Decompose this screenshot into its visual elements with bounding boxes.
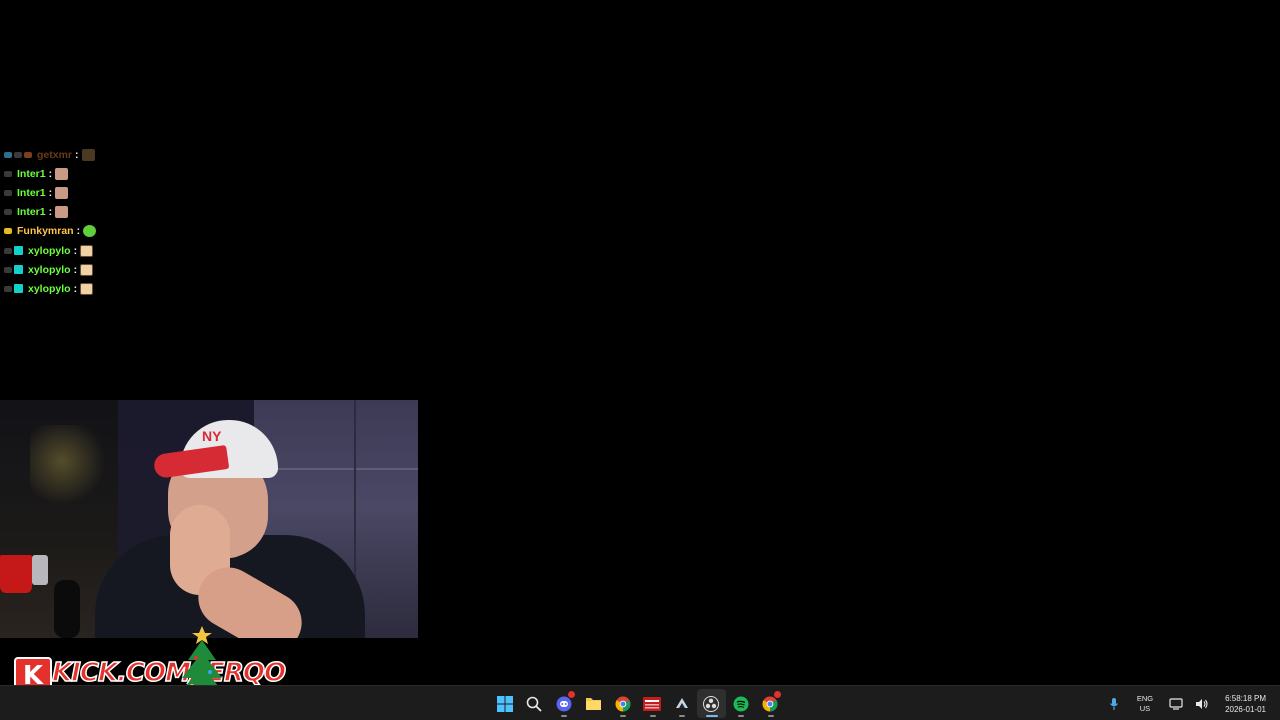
discord-app[interactable]	[549, 689, 579, 718]
window-lights	[30, 425, 110, 515]
chat-username: getxmr	[37, 148, 73, 161]
start-button[interactable]	[490, 689, 520, 718]
microphone-icon[interactable]	[1105, 695, 1123, 713]
running-indicator	[705, 715, 718, 717]
chat-username: Inter1	[17, 167, 46, 180]
chat-emote-icon	[55, 167, 69, 180]
chat-message: Inter1:	[4, 203, 224, 222]
chat-username: xylopylo	[28, 282, 71, 295]
user-badge-icon	[4, 266, 12, 273]
chrome-app[interactable]	[608, 689, 638, 718]
chat-emote-icon	[55, 206, 69, 219]
couch-seam	[254, 468, 418, 470]
system-tray: ENG US 6:58:18 PM 2026-01-01	[1101, 686, 1266, 720]
chat-username: xylopylo	[28, 263, 71, 276]
chat-separator: :	[75, 148, 79, 161]
running-indicator	[561, 715, 567, 717]
stream-screen: getxmr: Inter1: Inter1: Inter1: Funkymran: xy…	[0, 0, 1280, 720]
user-badge-icon	[14, 284, 23, 294]
taskbar: ENG US 6:58:18 PM 2026-01-01	[0, 685, 1280, 720]
language-indicator[interactable]: ENG US	[1137, 694, 1153, 714]
windows-icon	[496, 695, 513, 712]
chat-separator: :	[73, 244, 78, 257]
spotify-app[interactable]	[726, 689, 756, 718]
file-explorer-app[interactable]	[579, 689, 609, 718]
clock-time: 6:58:18 PM	[1225, 693, 1266, 703]
channel-url: KICK.COM/JERQO	[51, 657, 287, 689]
clock[interactable]: 6:58:18 PM 2026-01-01	[1225, 693, 1266, 715]
user-badge-icon	[4, 285, 12, 292]
spotify-icon	[733, 696, 749, 712]
clock-date: 2026-01-01	[1225, 704, 1266, 714]
chat-separator: :	[48, 206, 53, 219]
steam-icon	[674, 696, 690, 712]
keyboard-layout: US	[1139, 703, 1151, 713]
network-icon[interactable]	[1167, 695, 1185, 713]
chat-separator: :	[73, 282, 78, 295]
chat-separator: :	[76, 225, 81, 238]
obs-app[interactable]	[696, 689, 726, 718]
running-indicator	[649, 715, 656, 717]
chat-message: Inter1:	[4, 183, 224, 202]
user-badge-icon	[14, 151, 22, 158]
notification-dot	[774, 691, 781, 698]
chat-username: Inter1	[17, 186, 46, 199]
user-badge-icon	[14, 246, 23, 256]
volume-icon[interactable]	[1193, 695, 1211, 713]
search-button[interactable]	[520, 689, 550, 718]
chat-message: xylopylo:	[4, 260, 224, 279]
running-indicator	[620, 715, 626, 717]
chat-overlay: getxmr: Inter1: Inter1: Inter1: Funkymran: xy…	[4, 145, 224, 299]
user-badge-icon	[4, 170, 12, 177]
obs-icon	[703, 695, 720, 712]
chat-emote-icon	[80, 263, 94, 276]
chat-message: Funkymran:	[4, 222, 224, 241]
chrome-icon	[615, 696, 631, 712]
running-indicator	[679, 715, 685, 717]
chat-separator: :	[73, 263, 78, 276]
taskbar-apps	[490, 689, 785, 718]
language-code: ENG	[1136, 693, 1154, 703]
chat-separator: :	[48, 167, 53, 180]
red-cup	[0, 555, 32, 593]
chat-separator: :	[48, 186, 53, 199]
search-icon	[526, 696, 542, 712]
drink-can	[32, 555, 48, 585]
chat-emote-icon	[81, 148, 95, 161]
steam-app[interactable]	[667, 689, 697, 718]
notification-dot	[567, 691, 575, 698]
chat-emote-icon	[80, 282, 94, 295]
user-badge-icon	[4, 189, 12, 196]
user-badge-icon	[4, 228, 12, 235]
chat-emote-icon	[55, 186, 69, 199]
chrome-profile-app[interactable]	[756, 689, 786, 718]
chat-message: xylopylo:	[4, 279, 224, 298]
chat-message: xylopylo:	[4, 241, 224, 260]
chat-message: getxmr:	[4, 145, 224, 164]
voicemeeter-app[interactable]	[638, 689, 668, 718]
user-badge-icon	[4, 151, 12, 158]
chat-username: Inter1	[17, 206, 46, 219]
chat-username: Funkymran	[17, 225, 74, 238]
microphone	[54, 580, 80, 638]
user-badge-icon	[14, 265, 23, 275]
user-badge-icon	[4, 247, 12, 254]
chat-emote-icon	[83, 225, 97, 238]
user-badge-icon	[4, 209, 12, 216]
running-indicator	[767, 715, 774, 717]
voicemeeter-icon	[643, 696, 662, 711]
folder-icon	[585, 696, 602, 711]
user-badge-icon	[24, 151, 32, 158]
running-indicator	[738, 715, 744, 717]
webcam-feed: NY	[0, 400, 418, 638]
discord-icon	[556, 696, 572, 712]
chat-emote-icon	[80, 244, 94, 257]
chat-message: Inter1:	[4, 164, 224, 183]
chat-username: xylopylo	[28, 244, 71, 257]
cap-logo: NY	[202, 428, 222, 444]
